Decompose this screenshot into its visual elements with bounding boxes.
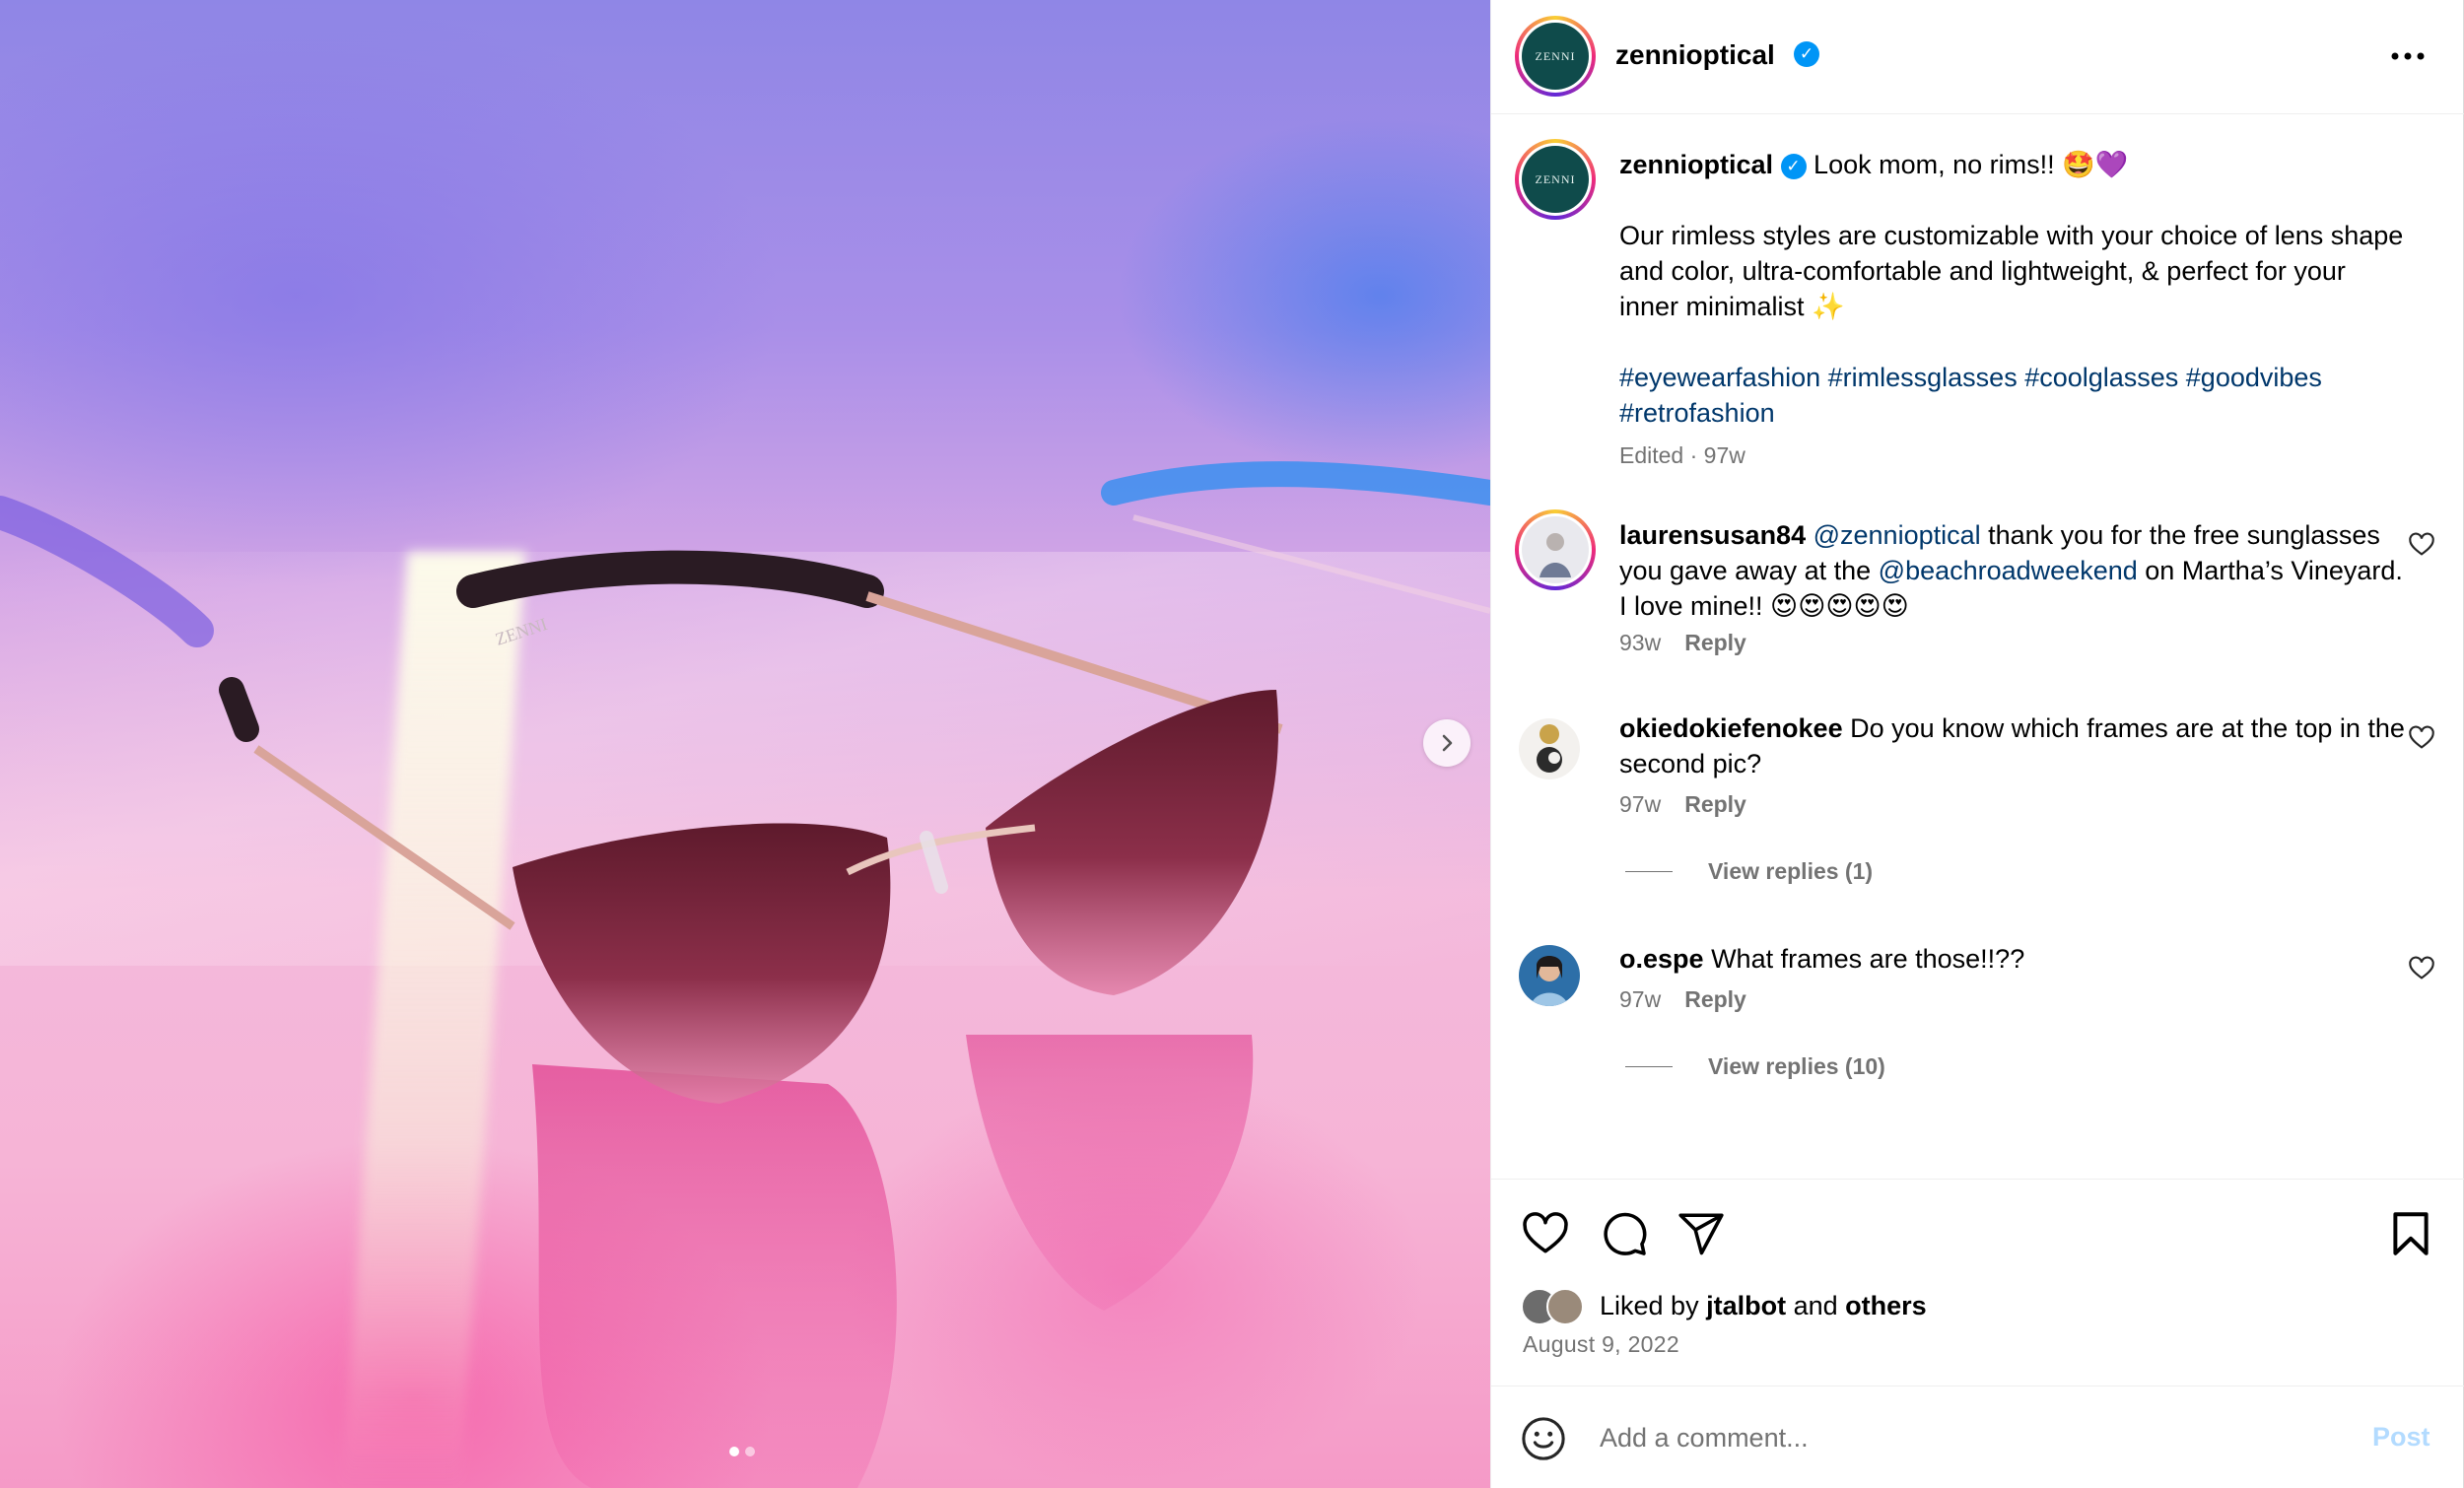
save-bookmark-icon[interactable]	[2386, 1209, 2435, 1258]
post-header: ZENNI zennioptical ✓	[1491, 0, 2464, 114]
mention-link[interactable]: @beachroadweekend	[1879, 556, 2138, 585]
commenter-avatar[interactable]	[1515, 509, 1596, 590]
caption-headline: Look mom, no rims!! 🤩💜	[1814, 150, 2129, 179]
more-options-button[interactable]	[2388, 41, 2428, 71]
like-comment-heart-icon[interactable]	[2408, 724, 2435, 752]
comment-meta: 97w Reply	[1619, 791, 1746, 818]
mention-link[interactable]: @zennioptical	[1814, 520, 1981, 550]
post-media[interactable]: ZENNI	[0, 0, 1490, 1488]
caption-body: Our rimless styles are customizable with…	[1619, 221, 2404, 321]
svg-text:ZENNI: ZENNI	[493, 614, 550, 649]
comment-age: 97w	[1619, 791, 1662, 817]
chevron-right-icon	[1442, 734, 1453, 752]
liked-by-prefix: Liked by	[1600, 1290, 1707, 1320]
liked-by-middle: and	[1786, 1290, 1846, 1320]
caption-meta: Edited · 97w	[1619, 442, 1745, 468]
liked-avatars[interactable]	[1521, 1286, 1592, 1325]
add-comment-bar: Post	[1491, 1386, 2464, 1488]
like-comment-heart-icon[interactable]	[2408, 531, 2435, 559]
comment-username[interactable]: o.espe	[1619, 944, 1704, 974]
view-replies-label: View replies (1)	[1708, 858, 1874, 884]
post-panel: ZENNI zennioptical ✓ ZENNI zennioptical …	[1490, 0, 2464, 1488]
post-actions: Liked by jtalbot and others August 9, 20…	[1491, 1179, 2464, 1386]
comment-spacer	[1704, 944, 1712, 974]
more-horizontal-icon	[2391, 52, 2425, 60]
share-send-icon[interactable]	[1677, 1209, 1726, 1258]
like-comment-heart-icon[interactable]	[2408, 955, 2435, 982]
comment-meta: 97w Reply	[1619, 986, 1746, 1013]
verified-badge-icon: ✓	[1794, 41, 1819, 67]
avatar-photo	[1519, 945, 1580, 1006]
liked-by-user[interactable]: jtalbot	[1706, 1291, 1786, 1321]
view-replies-label: View replies (10)	[1708, 1053, 1885, 1079]
caption-text: zennioptical ✓ Look mom, no rims!! 🤩💜 Ou…	[1619, 147, 2408, 431]
author-username[interactable]: zennioptical	[1615, 39, 1775, 71]
comment-username[interactable]: laurensusan84	[1619, 520, 1806, 550]
comment-input[interactable]	[1600, 1408, 2290, 1467]
emoji-smiley-icon[interactable]	[1521, 1416, 1566, 1461]
commenter-avatar[interactable]	[1519, 945, 1580, 1006]
comment-text: okiedokiefenokee Do you know which frame…	[1619, 710, 2408, 781]
caption-hashtags[interactable]: #eyewearfashion #rimlessglasses #coolgla…	[1619, 360, 2408, 431]
comment-spacer	[1843, 713, 1851, 743]
liked-by: Liked by jtalbot and others	[1521, 1286, 1927, 1325]
comment-age: 97w	[1619, 986, 1662, 1012]
reply-button[interactable]: Reply	[1684, 791, 1746, 817]
replies-divider	[1625, 871, 1673, 872]
comment-spacer	[1806, 520, 1814, 550]
reply-button[interactable]: Reply	[1684, 630, 1746, 655]
caption-username[interactable]: zennioptical	[1619, 150, 1773, 179]
comment-text: o.espe What frames are those!!??	[1619, 941, 2408, 977]
verified-badge-icon: ✓	[1780, 153, 1807, 179]
carousel-dot-1	[729, 1447, 739, 1456]
reply-button[interactable]: Reply	[1684, 986, 1746, 1012]
avatar-photo	[1519, 718, 1580, 779]
post-comment-button[interactable]: Post	[2372, 1422, 2430, 1453]
like-heart-icon[interactable]	[1521, 1209, 1570, 1258]
carousel-dot-2	[745, 1447, 755, 1456]
replies-divider	[1625, 1066, 1673, 1067]
author-avatar[interactable]: ZENNI	[1515, 16, 1596, 97]
caption-avatar[interactable]: ZENNI	[1515, 139, 1596, 220]
avatar-photo	[1522, 516, 1589, 583]
comment-bubble-icon[interactable]	[1600, 1209, 1649, 1258]
comments-section[interactable]: ZENNI zennioptical ✓ Look mom, no rims!!…	[1491, 115, 2464, 1180]
comment-meta: 93w Reply	[1619, 630, 1746, 656]
comment-body: What frames are those!!??	[1711, 944, 2025, 974]
view-replies-button[interactable]: View replies (10)	[1625, 1053, 1885, 1080]
carousel-next-button[interactable]	[1423, 719, 1471, 767]
liker-avatar	[1546, 1288, 1584, 1325]
view-replies-button[interactable]: View replies (1)	[1625, 858, 1873, 885]
comment-age: 93w	[1619, 630, 1662, 655]
sunglasses-photo: ZENNI	[0, 461, 1490, 1488]
comment-username[interactable]: okiedokiefenokee	[1619, 713, 1843, 743]
liked-by-others[interactable]: others	[1845, 1291, 1927, 1321]
post-date[interactable]: August 9, 2022	[1523, 1331, 1679, 1358]
zenni-logo: ZENNI	[1522, 146, 1589, 213]
carousel-indicator	[729, 1447, 755, 1456]
zenni-logo: ZENNI	[1522, 23, 1589, 90]
comment-text: laurensusan84 @zennioptical thank you fo…	[1619, 517, 2408, 624]
commenter-avatar[interactable]	[1519, 718, 1580, 779]
